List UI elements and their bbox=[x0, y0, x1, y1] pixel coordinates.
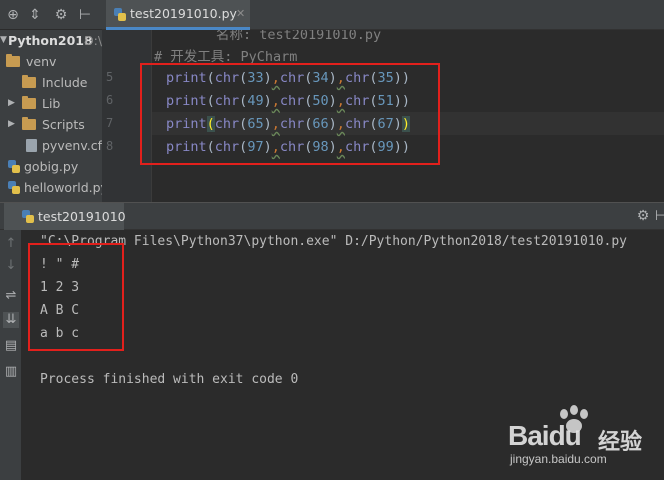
line-number: 7 bbox=[106, 116, 114, 130]
trash-icon[interactable]: ▥ bbox=[3, 364, 19, 380]
chevron-right-icon[interactable]: ▶ bbox=[8, 93, 15, 114]
tree-item-label: Include bbox=[42, 75, 88, 90]
line-number: 6 bbox=[106, 93, 114, 107]
editor-tab-label: test20191010.py bbox=[130, 6, 237, 21]
arrow-down-icon[interactable]: ↓ bbox=[3, 258, 19, 274]
folder-icon bbox=[6, 54, 20, 67]
console-exit-message: Process finished with exit code 0 bbox=[40, 372, 299, 387]
line-number: 5 bbox=[106, 70, 114, 84]
watermark-url: jingyan.baidu.com bbox=[510, 452, 607, 466]
tree-item-label: venv bbox=[26, 54, 57, 69]
watermark-brand: Baidu bbox=[508, 420, 582, 451]
editor-tab-bar: test20191010.py ✕ bbox=[102, 0, 664, 30]
chevron-down-icon[interactable]: ▼ bbox=[0, 30, 7, 51]
baidu-jingyan-watermark: Baidu 经验 jingyan.baidu.com bbox=[498, 404, 658, 468]
globe-icon[interactable]: ⊕ bbox=[4, 6, 22, 24]
code-highlight-box bbox=[140, 63, 440, 165]
tree-item-label: gobig.py bbox=[24, 159, 79, 174]
python-file-icon bbox=[22, 210, 34, 223]
arrow-up-icon[interactable]: ↑ bbox=[3, 236, 19, 252]
folder-icon bbox=[22, 75, 36, 88]
project-tree: ▼ Python2018 D:\Python\Python2018 venv I… bbox=[0, 30, 102, 202]
console-command: "C:\Program Files\Python37\python.exe" D… bbox=[40, 234, 627, 249]
close-icon[interactable]: ✕ bbox=[236, 0, 245, 28]
editor-tab-test20191010[interactable]: test20191010.py ✕ bbox=[106, 0, 250, 30]
output-highlight-box bbox=[28, 243, 124, 351]
config-file-icon bbox=[26, 139, 37, 152]
tree-item-label: Python2018 bbox=[8, 33, 93, 48]
comment-line: # 开发工具: PyCharm bbox=[154, 49, 298, 65]
tree-item-path: D:\Python\Python2018 bbox=[84, 33, 102, 48]
gear-icon[interactable]: ⚙ bbox=[634, 207, 652, 225]
run-tab-test20191010[interactable]: test20191010 bbox=[4, 203, 126, 230]
tree-item-label: pyvenv.cfg bbox=[42, 138, 102, 153]
run-sidebar: ↑ ↓ ⇌ ⇊ ▤ ▥ bbox=[0, 230, 22, 480]
python-file-icon bbox=[8, 160, 20, 173]
print-icon[interactable]: ▤ bbox=[3, 338, 19, 354]
soft-wrap-icon[interactable]: ⇌ bbox=[3, 288, 19, 304]
gear-icon[interactable]: ⚙ bbox=[52, 6, 70, 24]
run-tool-header: test20191010 ⚙ ⊢ bbox=[0, 202, 664, 230]
folder-icon bbox=[22, 117, 36, 130]
collapse-all-icon[interactable]: ⇕ bbox=[26, 6, 44, 24]
tree-item-label: helloworld.py bbox=[24, 180, 102, 195]
project-toolbar: ⊕ ⇕ ⚙ ⊢ bbox=[0, 0, 102, 30]
folder-icon bbox=[22, 96, 36, 109]
tree-item-label: Lib bbox=[42, 96, 61, 111]
line-number: 8 bbox=[106, 139, 114, 153]
hide-panel-icon[interactable]: ⊢ bbox=[652, 207, 664, 225]
run-tab-label: test20191010 bbox=[38, 209, 126, 224]
hide-panel-icon[interactable]: ⊢ bbox=[76, 6, 94, 24]
tree-item-label: Scripts bbox=[42, 117, 85, 132]
python-file-icon bbox=[114, 8, 126, 21]
comment-line: 名称: test20191010.py bbox=[216, 30, 382, 43]
scroll-to-end-icon[interactable]: ⇊ bbox=[3, 312, 19, 328]
chevron-right-icon[interactable]: ▶ bbox=[8, 114, 15, 135]
python-file-icon bbox=[8, 181, 20, 194]
